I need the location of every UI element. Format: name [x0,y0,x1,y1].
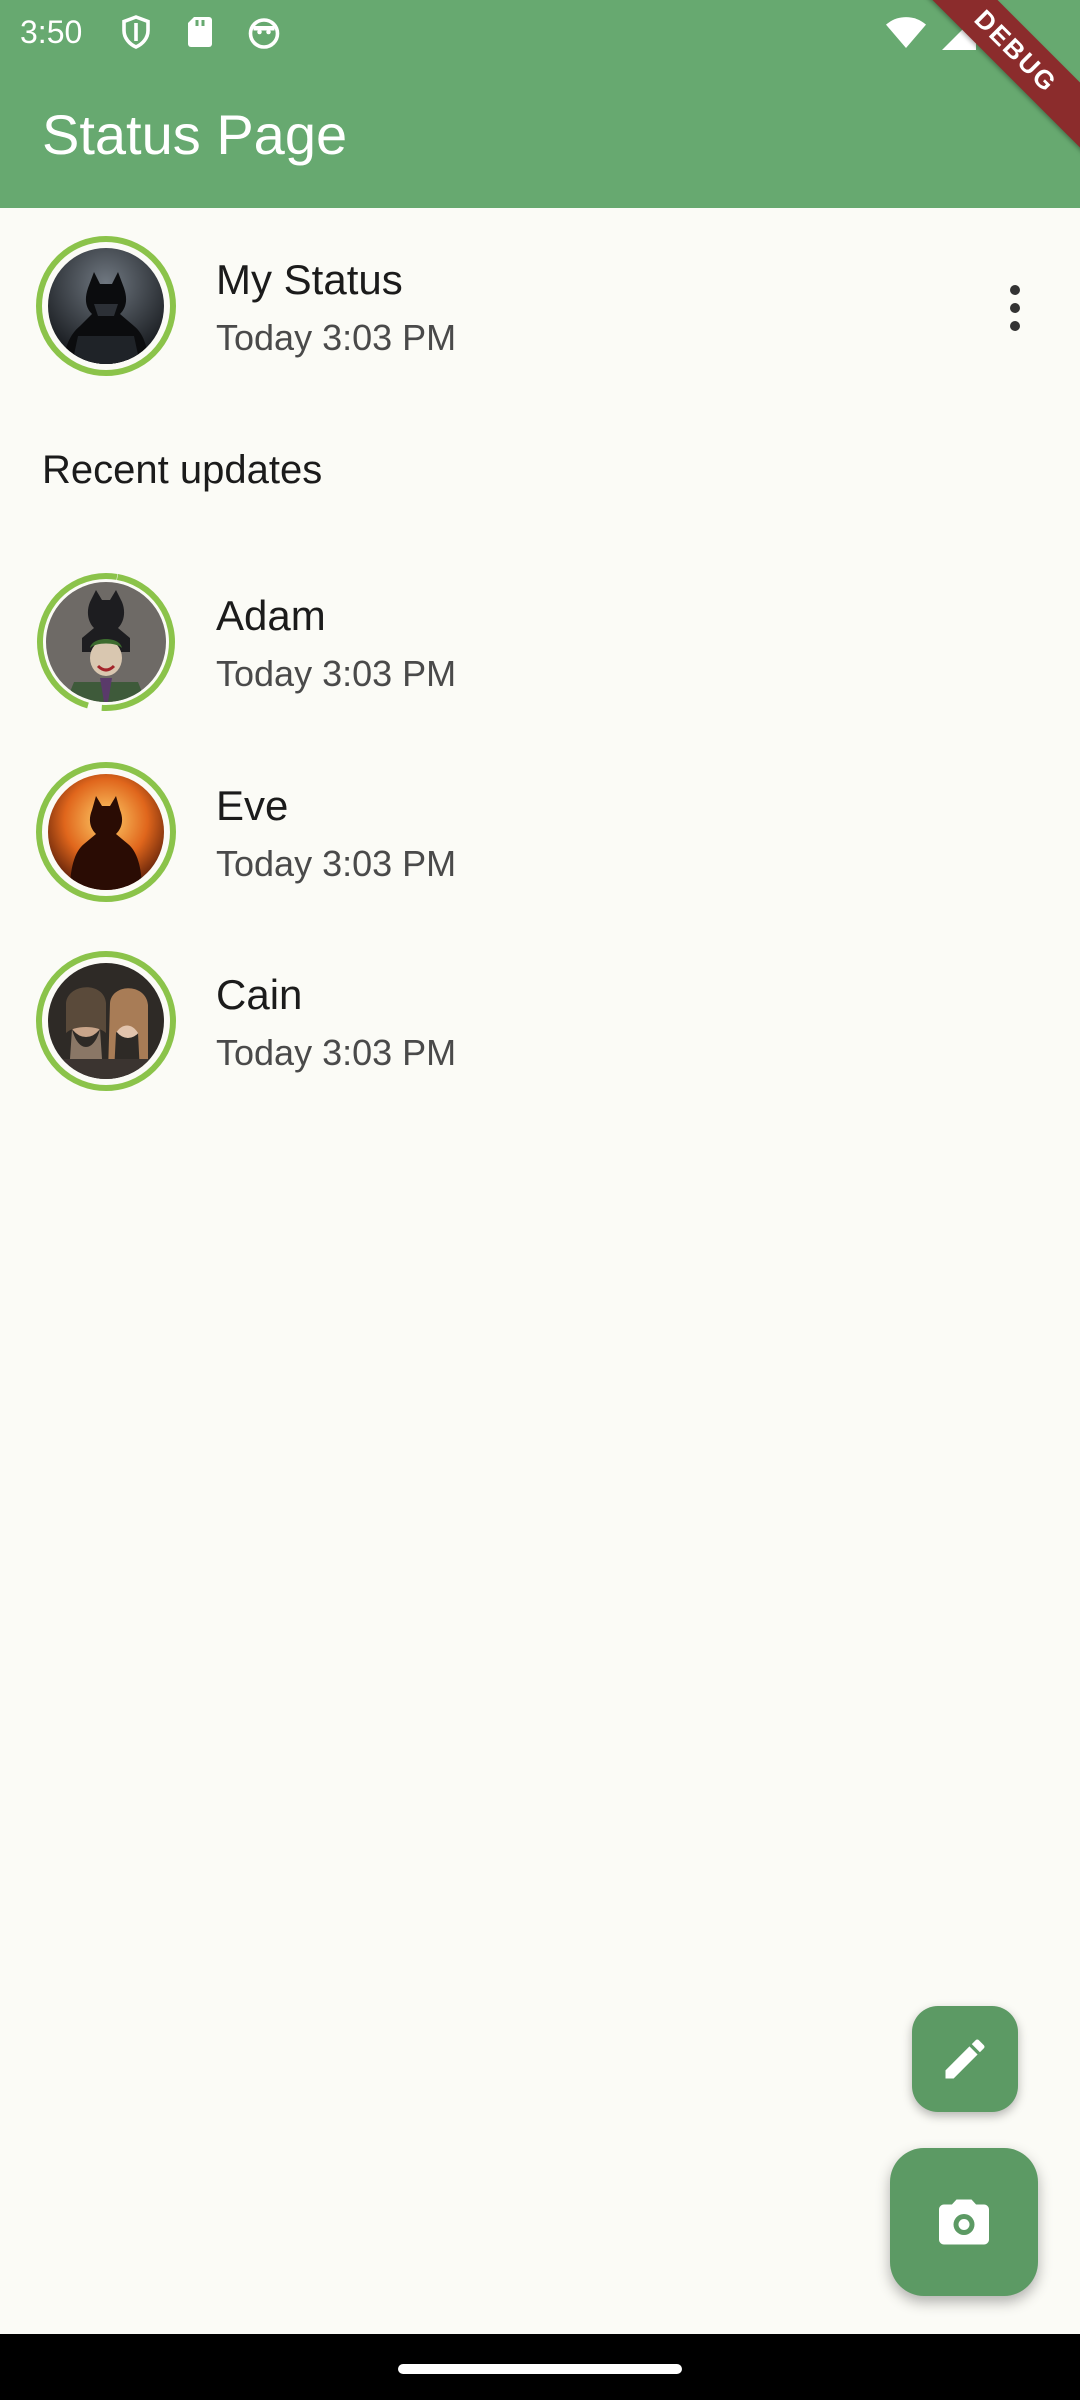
status-time: Today 3:03 PM [216,843,457,884]
my-status-ring [36,236,176,376]
my-status-time: Today 3:03 PM [216,317,457,358]
app-header: 3:50 DEBUG Status Page [0,0,1080,208]
contact-name: Eve [216,782,289,829]
wifi-icon [886,17,926,48]
page-title: Status Page [42,103,348,166]
status-time: Today 3:03 PM [216,1032,457,1073]
recent-updates-header: Recent updates [42,448,323,492]
status-left-icons [118,14,282,50]
pencil-icon [945,2039,985,2079]
camera-icon [939,2199,989,2245]
status-item-adam[interactable]: Adam Today 3:03 PM [0,548,1080,728]
shield-icon [122,15,150,49]
system-nav-bar [0,2334,1080,2400]
more-vert-icon[interactable] [990,278,1040,338]
status-page-screen: 3:50 DEBUG Status Page My Status Today 3… [0,0,1080,2400]
my-status-item[interactable]: My Status Today 3:03 PM [0,212,1080,392]
my-status-avatar [48,248,164,364]
contact-name: Cain [216,971,303,1018]
sd-card-icon [188,17,212,47]
home-gesture-handle[interactable] [398,2364,682,2374]
camera-status-button[interactable] [890,2148,1038,2296]
status-time: Today 3:03 PM [216,653,457,694]
solid-ring [36,762,176,902]
my-status-title: My Status [216,256,403,303]
cain-avatar [48,963,164,1079]
adam-avatar [46,582,166,702]
eve-avatar [48,774,164,890]
status-time: 3:50 [20,14,83,50]
segmented-ring [36,572,176,712]
status-item-cain[interactable]: Cain Today 3:03 PM [0,927,1080,1107]
solid-ring [36,951,176,1091]
status-item-eve[interactable]: Eve Today 3:03 PM [0,738,1080,918]
status-bar: 3:50 [0,0,1080,64]
contact-name: Adam [216,592,326,639]
android-face-icon [248,18,280,49]
edit-status-button[interactable] [912,2006,1018,2112]
